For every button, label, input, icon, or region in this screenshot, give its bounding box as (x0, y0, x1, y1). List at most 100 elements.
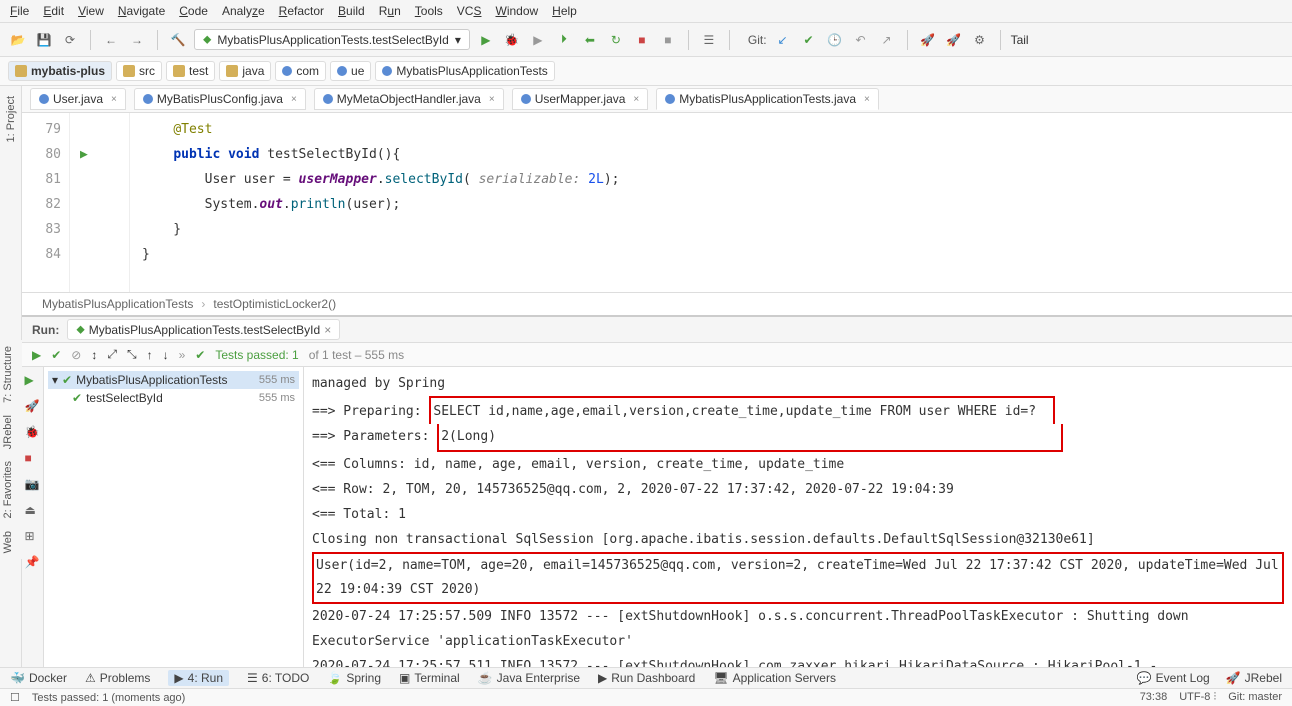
exit-icon[interactable]: ⏏ (25, 503, 41, 519)
pin-icon[interactable]: 📌 (25, 555, 41, 571)
sidebar-jrebel[interactable]: JRebel (0, 409, 16, 455)
crumb-java[interactable]: java (219, 61, 271, 81)
menu-edit[interactable]: Edit (43, 4, 64, 18)
open-icon[interactable]: 📂 (8, 30, 28, 50)
back-icon[interactable]: ← (101, 30, 121, 50)
status-icon[interactable]: ☐ (10, 691, 20, 704)
gutter-run-icon[interactable]: ▶ (70, 142, 129, 167)
sidebar-project[interactable]: 1: Project (3, 90, 19, 148)
menu-analyze[interactable]: Analyze (222, 4, 265, 18)
menu-file[interactable]: File (10, 4, 29, 18)
git-commit-icon[interactable]: ✔ (799, 30, 819, 50)
stop-button[interactable]: ■ (632, 30, 652, 50)
debug-button[interactable]: 🐞 (502, 30, 522, 50)
menu-help[interactable]: Help (552, 4, 577, 18)
crumb-test[interactable]: test (166, 61, 215, 81)
save-icon[interactable]: 💾 (34, 30, 54, 50)
git-update-icon[interactable]: ↙ (773, 30, 793, 50)
rerun-icon[interactable]: ▶ (32, 348, 41, 362)
tool-rundash[interactable]: ▶ Run Dashboard (598, 671, 695, 685)
jrebel-icon[interactable]: 🚀 (25, 399, 41, 415)
fail-filter-icon[interactable]: ⊘ (71, 348, 81, 362)
collapse-icon[interactable]: ⤡ (127, 347, 137, 362)
git-revert-icon[interactable]: ↶ (851, 30, 871, 50)
coverage-button[interactable]: ▶ (528, 30, 548, 50)
layout-icon[interactable]: ⊞ (25, 529, 41, 545)
pass-filter-icon[interactable]: ✔ (51, 348, 61, 362)
git-history-icon[interactable]: 🕒 (825, 30, 845, 50)
profile-button[interactable]: ⏵ (554, 30, 574, 50)
jrebel2-icon[interactable]: 🚀 (944, 30, 964, 50)
code-area[interactable]: @Test public void testSelectById(){ User… (130, 113, 1292, 292)
sidebar-favorites[interactable]: 2: Favorites (0, 455, 16, 524)
tool-jrebel[interactable]: 🚀 JRebel (1226, 671, 1282, 685)
tool-run[interactable]: ▶ 4: Run (168, 670, 229, 686)
sidebar-web[interactable]: Web (0, 525, 16, 559)
jrebel-icon[interactable]: 🚀 (918, 30, 938, 50)
test-tree[interactable]: ▾ ✔ MybatisPlusApplicationTests 555 ms ✔… (44, 367, 304, 667)
close-icon[interactable]: × (324, 323, 331, 337)
debug-icon[interactable]: 🐞 (25, 425, 41, 441)
menu-navigate[interactable]: Navigate (118, 4, 165, 18)
expand-icon[interactable]: ⤢ (107, 347, 117, 362)
menu-build[interactable]: Build (338, 4, 365, 18)
caret-position[interactable]: 73:38 (1140, 691, 1168, 704)
menu-code[interactable]: Code (179, 4, 208, 18)
encoding[interactable]: UTF-8 ⫶ (1179, 691, 1216, 704)
tool-javaee[interactable]: ☕ Java Enterprise (478, 671, 580, 685)
tool-problems[interactable]: ⚠ Problems (85, 671, 150, 685)
tool-eventlog[interactable]: 💬 Event Log (1137, 671, 1210, 685)
tab-tests[interactable]: MybatisPlusApplicationTests.java× (656, 88, 879, 110)
menu-run[interactable]: Run (379, 4, 401, 18)
close-icon[interactable]: × (489, 94, 495, 105)
menu-window[interactable]: Window (495, 4, 538, 18)
close-icon[interactable]: × (864, 94, 870, 105)
attach-button[interactable]: ⬅ (580, 30, 600, 50)
crumb-class[interactable]: MybatisPlusApplicationTests (42, 297, 193, 311)
prev-icon[interactable]: ↑ (147, 348, 153, 362)
menu-vcs[interactable]: VCS (457, 4, 482, 18)
console-output[interactable]: managed by Spring ==> Preparing: SELECT … (304, 367, 1292, 667)
git-branch[interactable]: Git: master (1228, 691, 1282, 704)
stop-icon[interactable]: ■ (25, 451, 41, 467)
crumb-class[interactable]: MybatisPlusApplicationTests (375, 61, 554, 81)
tool-todo[interactable]: ☰ 6: TODO (247, 671, 309, 685)
menu-tools[interactable]: Tools (415, 4, 443, 18)
crumb-method[interactable]: testOptimisticLocker2() (213, 297, 336, 311)
jrebel-settings-icon[interactable]: ⚙ (970, 30, 990, 50)
tab-handler[interactable]: MyMetaObjectHandler.java× (314, 88, 504, 110)
tab-user[interactable]: User.java× (30, 88, 126, 110)
editor[interactable]: 79 80 81 82 83 84 ▶ @Test public void te… (22, 113, 1292, 292)
rerun-button[interactable]: ↻ (606, 30, 626, 50)
crumb-src[interactable]: src (116, 61, 162, 81)
crumb-ue[interactable]: ue (330, 61, 371, 81)
build-icon[interactable]: 🔨 (168, 30, 188, 50)
next-icon[interactable]: ↓ (163, 348, 169, 362)
tab-config[interactable]: MyBatisPlusConfig.java× (134, 88, 306, 110)
stop2-button[interactable]: ■ (658, 30, 678, 50)
run-config-dropdown[interactable]: ⬥ MybatisPlusApplicationTests.testSelect… (194, 29, 470, 50)
sidebar-structure[interactable]: 7: Structure (0, 340, 16, 409)
rerun-icon[interactable]: ▶ (25, 373, 41, 389)
refresh-icon[interactable]: ⟳ (60, 30, 80, 50)
crumb-com[interactable]: com (275, 61, 326, 81)
forward-icon[interactable]: → (127, 30, 147, 50)
test-tree-method[interactable]: ✔ testSelectById 555 ms (48, 389, 299, 407)
tool-spring[interactable]: 🍃 Spring (327, 671, 381, 685)
git-push-icon[interactable]: ↗ (877, 30, 897, 50)
close-icon[interactable]: × (633, 94, 639, 105)
tool-appservers[interactable]: 🖥 Application Servers (713, 671, 836, 685)
test-tree-root[interactable]: ▾ ✔ MybatisPlusApplicationTests 555 ms (48, 371, 299, 389)
tool-docker[interactable]: 🐳 Docker (10, 671, 67, 685)
tool-terminal[interactable]: ▣ Terminal (399, 671, 460, 685)
menu-view[interactable]: View (78, 4, 104, 18)
crumb-root[interactable]: mybatis-plus (8, 61, 112, 81)
dump-icon[interactable]: 📷 (25, 477, 41, 493)
run-tab[interactable]: ⬥ MybatisPlusApplicationTests.testSelect… (67, 319, 340, 340)
menu-refactor[interactable]: Refactor (279, 4, 324, 18)
structure-icon[interactable]: ☰ (699, 30, 719, 50)
sort-icon[interactable]: ↕ (91, 348, 97, 362)
close-icon[interactable]: × (291, 94, 297, 105)
run-button[interactable]: ▶ (476, 30, 496, 50)
tab-mapper[interactable]: UserMapper.java× (512, 88, 649, 110)
